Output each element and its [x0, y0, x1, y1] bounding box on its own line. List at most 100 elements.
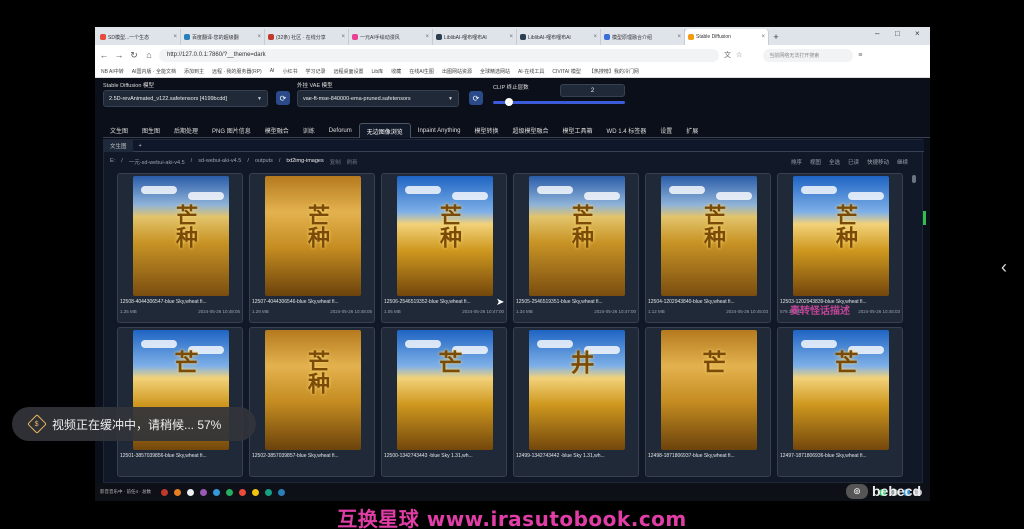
translate-icon[interactable]: 文 — [724, 50, 731, 60]
app-icon[interactable] — [252, 488, 259, 496]
tab-8[interactable]: Inpaint Anything — [411, 123, 468, 138]
vae-select[interactable]: vae-ft-mse-840000-ema-pruned.safetensors… — [297, 90, 459, 107]
breadcrumb-action[interactable]: 复制 — [330, 158, 341, 166]
tab-14[interactable]: 扩展 — [679, 123, 705, 138]
clip-number-input[interactable]: 2 — [560, 84, 625, 97]
image-card[interactable]: 芒种 12508-4044306547-blue Sky,wheat fi... 1… — [117, 173, 243, 323]
tab-10[interactable]: 超级模型融合 — [506, 123, 556, 138]
bookmark-item[interactable]: AI国内版 · 全能文档 — [132, 68, 176, 75]
browser-tab[interactable]: LiblibAI-哩布哩布AI × — [517, 29, 601, 45]
action-4[interactable]: 快捷移动 — [867, 158, 889, 166]
thumbnail-image[interactable]: 芒 — [793, 330, 889, 450]
action-3[interactable]: 已读 — [848, 158, 859, 166]
reload-icon[interactable]: ↻ — [129, 50, 139, 61]
tab-12[interactable]: WD 1.4 标签器 — [600, 123, 654, 138]
close-icon[interactable]: × — [425, 34, 429, 40]
bookmark-item[interactable]: 出图网站资源 — [442, 68, 472, 75]
thumbnail-image[interactable]: 芒种 — [661, 176, 757, 296]
maximize-icon[interactable]: □ — [895, 29, 900, 38]
close-icon[interactable]: × — [593, 34, 597, 40]
thumbnail-image[interactable]: 芒 — [397, 330, 493, 450]
thumbnail-image[interactable]: 芒种 — [265, 330, 361, 450]
breadcrumb-item[interactable]: txt2img-images — [286, 158, 323, 166]
image-card[interactable]: 芒种 12503-1202943839-blue Sky,wheat fi... 5… — [777, 173, 903, 323]
home-icon[interactable]: ⌂ — [144, 50, 154, 60]
image-card[interactable]: 芒 12501-3857039856-blue Sky,wheat fi... — [117, 327, 243, 477]
bookmark-item[interactable]: Lib库 — [372, 68, 384, 75]
bookmark-item[interactable]: AI — [270, 68, 275, 74]
close-icon[interactable]: × — [509, 34, 513, 40]
app-icon[interactable] — [187, 488, 194, 496]
tab-0[interactable]: 文生图 — [103, 123, 135, 138]
tab-1[interactable]: 图生图 — [135, 123, 167, 138]
browser-tab[interactable]: SD模型...一个生态 × — [97, 29, 181, 45]
new-tab-icon[interactable]: + — [769, 29, 783, 45]
window-close-icon[interactable]: × — [915, 29, 920, 38]
bookmark-item[interactable]: AI·在线工具 — [518, 68, 544, 75]
close-icon[interactable]: × — [761, 34, 765, 40]
tab-9[interactable]: 模型转换 — [467, 123, 505, 138]
bookmark-item[interactable]: 【热搜榜】我的冷门网 — [589, 68, 639, 75]
search-input[interactable]: 当前网络无法打开搜索 — [763, 48, 854, 62]
action-5[interactable]: 继续 — [897, 158, 908, 166]
bookmark-item[interactable]: 小红书 — [282, 68, 297, 75]
action-1[interactable]: 视图 — [810, 158, 821, 166]
thumbnail-image[interactable]: 芒种 — [265, 176, 361, 296]
close-icon[interactable]: × — [341, 34, 345, 40]
bookmark-item[interactable]: 学习记录 — [305, 68, 325, 75]
image-card[interactable]: 井 12499-1342743442 -blue Sky 1.31,wh... — [513, 327, 639, 477]
browser-tab[interactable]: 模型原理融合介绍 × — [601, 29, 685, 45]
scrollbar[interactable] — [912, 175, 916, 183]
thumbnail-image[interactable]: 芒 — [661, 330, 757, 450]
image-card[interactable]: 芒 12497-1871806936-blue Sky,wheat fi... — [777, 327, 903, 477]
app-icon[interactable] — [278, 488, 285, 496]
image-card[interactable]: 芒种 12506-2546519352-blue Sky,wheat fi... 1… — [381, 173, 507, 323]
thumbnail-image[interactable]: 井 — [529, 330, 625, 450]
minimize-icon[interactable]: – — [875, 29, 879, 38]
bookmark-item[interactable]: 在线AI生图 — [409, 68, 434, 75]
app-icon[interactable] — [174, 488, 181, 496]
image-card[interactable]: 芒种 12504-1202943840-blue Sky,wheat fi... 1… — [645, 173, 771, 323]
bookmark-item[interactable]: 远程桌面设置 — [333, 68, 363, 75]
bookmark-item[interactable]: 添加到主 — [184, 68, 204, 75]
browser-tab[interactable]: (32条) 社区 · 在线分享 × — [265, 29, 349, 45]
bookmark-item[interactable]: NB AI中转 — [101, 68, 124, 75]
browser-tab[interactable]: LiblibAI-哩布哩布AI × — [433, 29, 517, 45]
image-card[interactable]: 芒种 12507-4044306546-blue Sky,wheat fi... 1… — [249, 173, 375, 323]
image-card[interactable]: 芒 12500-1342743443 -blue Sky 1.31,wh... — [381, 327, 507, 477]
back-icon[interactable]: ← — [99, 50, 109, 60]
image-card[interactable]: 芒种 12505-2546519351-blue Sky,wheat fi... 1… — [513, 173, 639, 323]
bookmark-item[interactable]: 收藏 — [391, 68, 401, 75]
add-tab-button[interactable]: + — [133, 140, 148, 152]
app-icon[interactable] — [265, 488, 272, 496]
sub-tab-txt2img[interactable]: 文生图 — [104, 139, 133, 152]
menu-icon[interactable]: ≡ — [858, 52, 862, 59]
chevron-left-icon[interactable]: ‹ — [1001, 257, 1007, 278]
tab-13[interactable]: 设置 — [653, 123, 679, 138]
breadcrumb-item[interactable]: 一元-sd-webui-aki-v4.5 — [129, 158, 185, 166]
breadcrumb-item[interactable]: sd-webui-aki-v4.5 — [198, 158, 241, 166]
app-icon[interactable] — [226, 488, 233, 496]
thumbnail-image[interactable]: 芒种 — [133, 176, 229, 296]
bookmark-item[interactable]: 远程 · 我的服务器(RP) — [212, 68, 262, 75]
tab-2[interactable]: 后期处理 — [167, 123, 205, 138]
app-icon[interactable] — [200, 488, 207, 496]
clip-slider-handle[interactable] — [504, 98, 513, 106]
close-icon[interactable]: × — [677, 34, 681, 40]
tab-7[interactable]: 无边图像浏览 — [358, 123, 411, 138]
tab-3[interactable]: PNG 图片信息 — [205, 123, 258, 138]
image-card[interactable]: 芒 12498-1871806937-blue Sky,wheat fi... — [645, 327, 771, 477]
app-icon[interactable] — [161, 488, 168, 496]
close-icon[interactable]: × — [173, 34, 177, 40]
forward-icon[interactable]: → — [114, 50, 124, 60]
bookmark-item[interactable]: CIVITAI 模型 — [552, 68, 581, 75]
bookmark-item[interactable]: 全球精选网站 — [480, 68, 510, 75]
refresh-model-button[interactable]: ⟳ — [276, 91, 290, 105]
tab-6[interactable]: Deforum — [322, 123, 359, 138]
close-icon[interactable]: × — [257, 34, 261, 40]
refresh-vae-button[interactable]: ⟳ — [469, 91, 483, 105]
address-bar[interactable]: http://127.0.0.1:7860/?__theme=dark — [159, 48, 719, 62]
star-icon[interactable]: ☆ — [736, 51, 742, 59]
action-0[interactable]: 排序 — [791, 158, 802, 166]
thumbnail-image[interactable]: 芒种 — [793, 176, 889, 296]
